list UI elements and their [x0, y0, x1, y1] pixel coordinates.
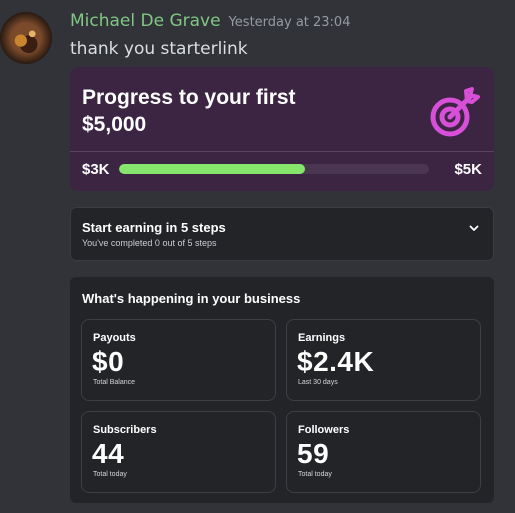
business-title: What's happening in your business [82, 291, 301, 306]
stat-earnings: Earnings $2.4K Last 30 days [286, 319, 481, 401]
business-card: What's happening in your business Payout… [70, 277, 494, 503]
stat-label: Followers [298, 424, 350, 436]
stat-sub: Total Balance [93, 379, 136, 386]
progress-title: Progress to your first $5,000 [82, 86, 296, 136]
stat-label: Payouts [93, 332, 136, 344]
stat-followers: Followers 59 Total today [286, 411, 481, 493]
progress-bar-row: $3K $5K [82, 157, 482, 181]
progress-end-label: $5K [454, 160, 482, 178]
stat-value: 44 [92, 438, 125, 469]
stat-payouts: Payouts $0 Total Balance [81, 319, 276, 401]
stat-sub: Last 30 days [298, 379, 338, 386]
author-name[interactable]: Michael De Grave [70, 11, 221, 31]
steps-title: Start earning in 5 steps [82, 220, 226, 235]
progress-divider [70, 151, 494, 152]
stat-sub: Total today [93, 471, 127, 478]
stat-sub: Total today [298, 471, 332, 478]
progress-card: Progress to your first $5,000 $3K $5K [70, 67, 494, 191]
target-icon [430, 87, 480, 137]
message-text: thank you starterlink [70, 39, 248, 59]
steps-subtitle: You've completed 0 out of 5 steps [82, 238, 217, 248]
stat-label: Earnings [298, 332, 346, 344]
steps-card[interactable]: Start earning in 5 steps You've complete… [70, 207, 494, 261]
progress-bar-fill [118, 164, 305, 174]
stat-value: $2.4K [297, 346, 375, 377]
message-header: Michael De Grave Yesterday at 23:04 [70, 11, 350, 31]
stat-subscribers: Subscribers 44 Total today [81, 411, 276, 493]
progress-bar [118, 164, 429, 174]
stat-value: $0 [92, 346, 125, 377]
embed: Progress to your first $5,000 $3K $5K St… [70, 67, 494, 503]
stat-value: 59 [297, 438, 330, 469]
progress-start-label: $3K [82, 160, 110, 178]
chevron-down-icon[interactable] [468, 222, 480, 234]
stat-label: Subscribers [93, 424, 157, 436]
avatar[interactable] [0, 12, 52, 64]
message-timestamp: Yesterday at 23:04 [228, 15, 351, 30]
